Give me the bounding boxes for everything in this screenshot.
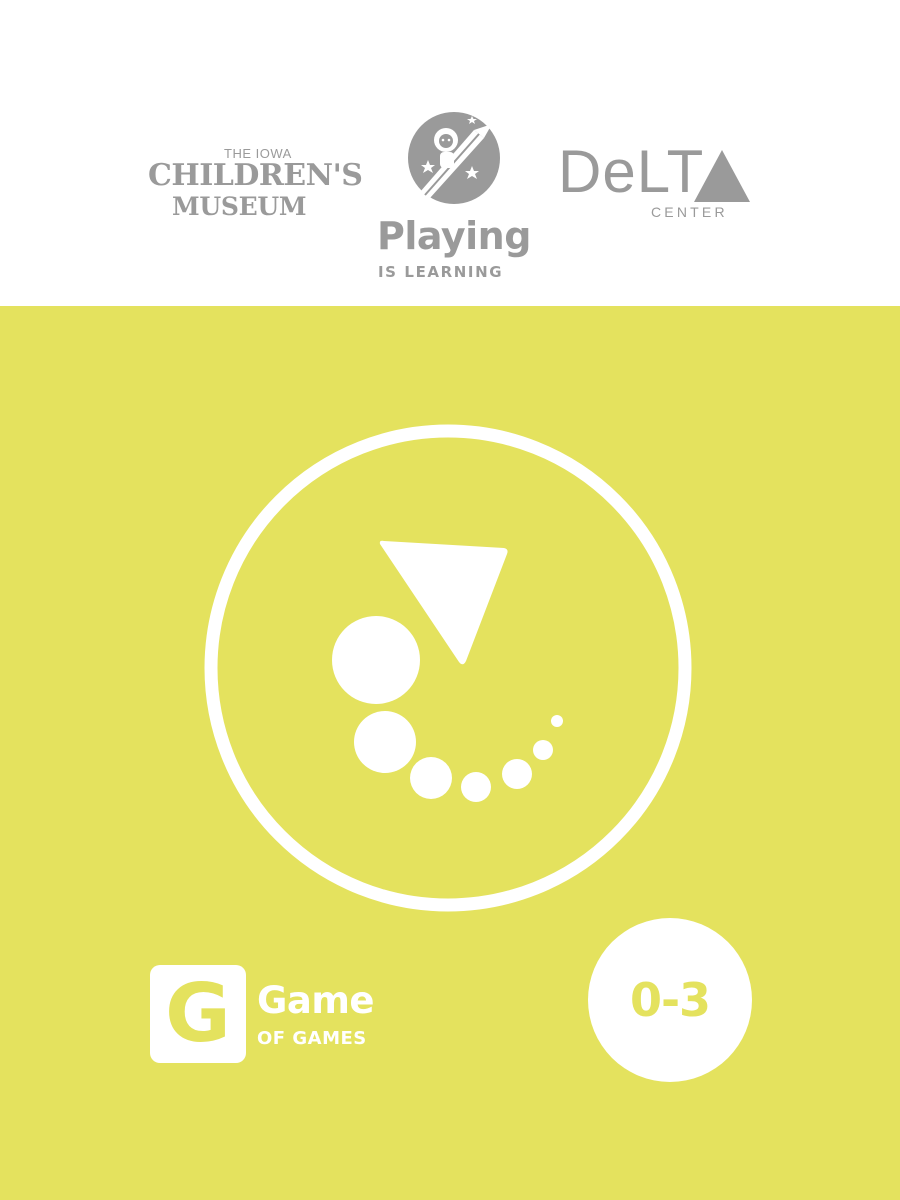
header: THE IOWA CHILDREN'S MUSEUM Playing IS LE… [0,0,900,306]
age-badge: 0-3 [588,918,752,1082]
triangle-and-dots-icon [204,424,692,912]
logo-main-text: DeLT [558,138,705,205]
logo-sub-text: CENTER [651,204,728,220]
delta-center-logo: DeLT CENTER [558,142,758,222]
logo-sub-text: MUSEUM [172,192,307,221]
logo-sub-text: IS LEARNING [378,263,504,281]
game-of-games-logo: G Game OF GAMES [150,965,410,1065]
brand-title: Game [257,979,375,1022]
iowa-childrens-museum-logo: THE IOWA CHILDREN'S MUSEUM [146,146,363,236]
triangle-icon [694,150,750,202]
g-letter: G [165,967,231,1060]
playing-is-learning-logo: Playing IS LEARNING [372,110,534,281]
logo-main-text: Playing [377,214,531,258]
logo-main-text: CHILDREN'S [148,158,363,193]
age-badge-label: 0-3 [629,973,711,1027]
astronaut-pencil-icon [408,112,500,204]
brand-subtitle: OF GAMES [257,1028,367,1049]
